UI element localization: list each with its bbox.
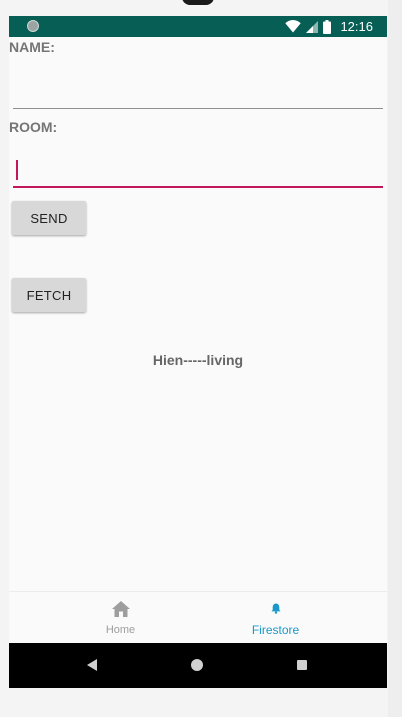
status-bar: 12:16: [9, 16, 387, 37]
name-field[interactable]: [13, 75, 383, 109]
result-text: Hien-----living: [152, 352, 244, 368]
device-frame: 12:16 NAME: ROOM: SEND FETCH Hien-----li…: [0, 0, 402, 717]
home-icon: [111, 601, 130, 617]
name-underline: [13, 108, 383, 109]
device-notch: [182, 0, 214, 5]
recents-icon[interactable]: [297, 660, 307, 670]
text-cursor: [16, 160, 18, 180]
signal-icon: [306, 20, 319, 33]
system-navigation-bar: [9, 643, 387, 688]
name-input[interactable]: [13, 75, 383, 109]
nav-item-firestore[interactable]: Firestore: [181, 592, 370, 644]
name-label: NAME:: [9, 39, 55, 55]
notification-dot-icon: [27, 20, 39, 32]
fetch-button[interactable]: FETCH: [12, 278, 86, 312]
status-icons: 12:16: [285, 18, 373, 35]
home-circle-icon[interactable]: [191, 659, 203, 671]
wifi-icon: [285, 20, 302, 33]
device-edge: [388, 0, 402, 717]
bell-icon: [270, 603, 281, 614]
bottom-navigation: Home Firestore: [9, 591, 387, 644]
back-icon[interactable]: [87, 659, 97, 671]
send-button[interactable]: SEND: [12, 201, 86, 235]
status-time: 12:16: [340, 19, 373, 34]
room-input[interactable]: [13, 154, 383, 188]
app-screen: 12:16 NAME: ROOM: SEND FETCH Hien-----li…: [9, 16, 387, 688]
room-label: ROOM:: [9, 119, 58, 135]
nav-label-firestore: Firestore: [251, 623, 300, 637]
room-underline: [13, 186, 383, 188]
battery-icon: [323, 19, 332, 34]
room-field[interactable]: [13, 154, 383, 188]
